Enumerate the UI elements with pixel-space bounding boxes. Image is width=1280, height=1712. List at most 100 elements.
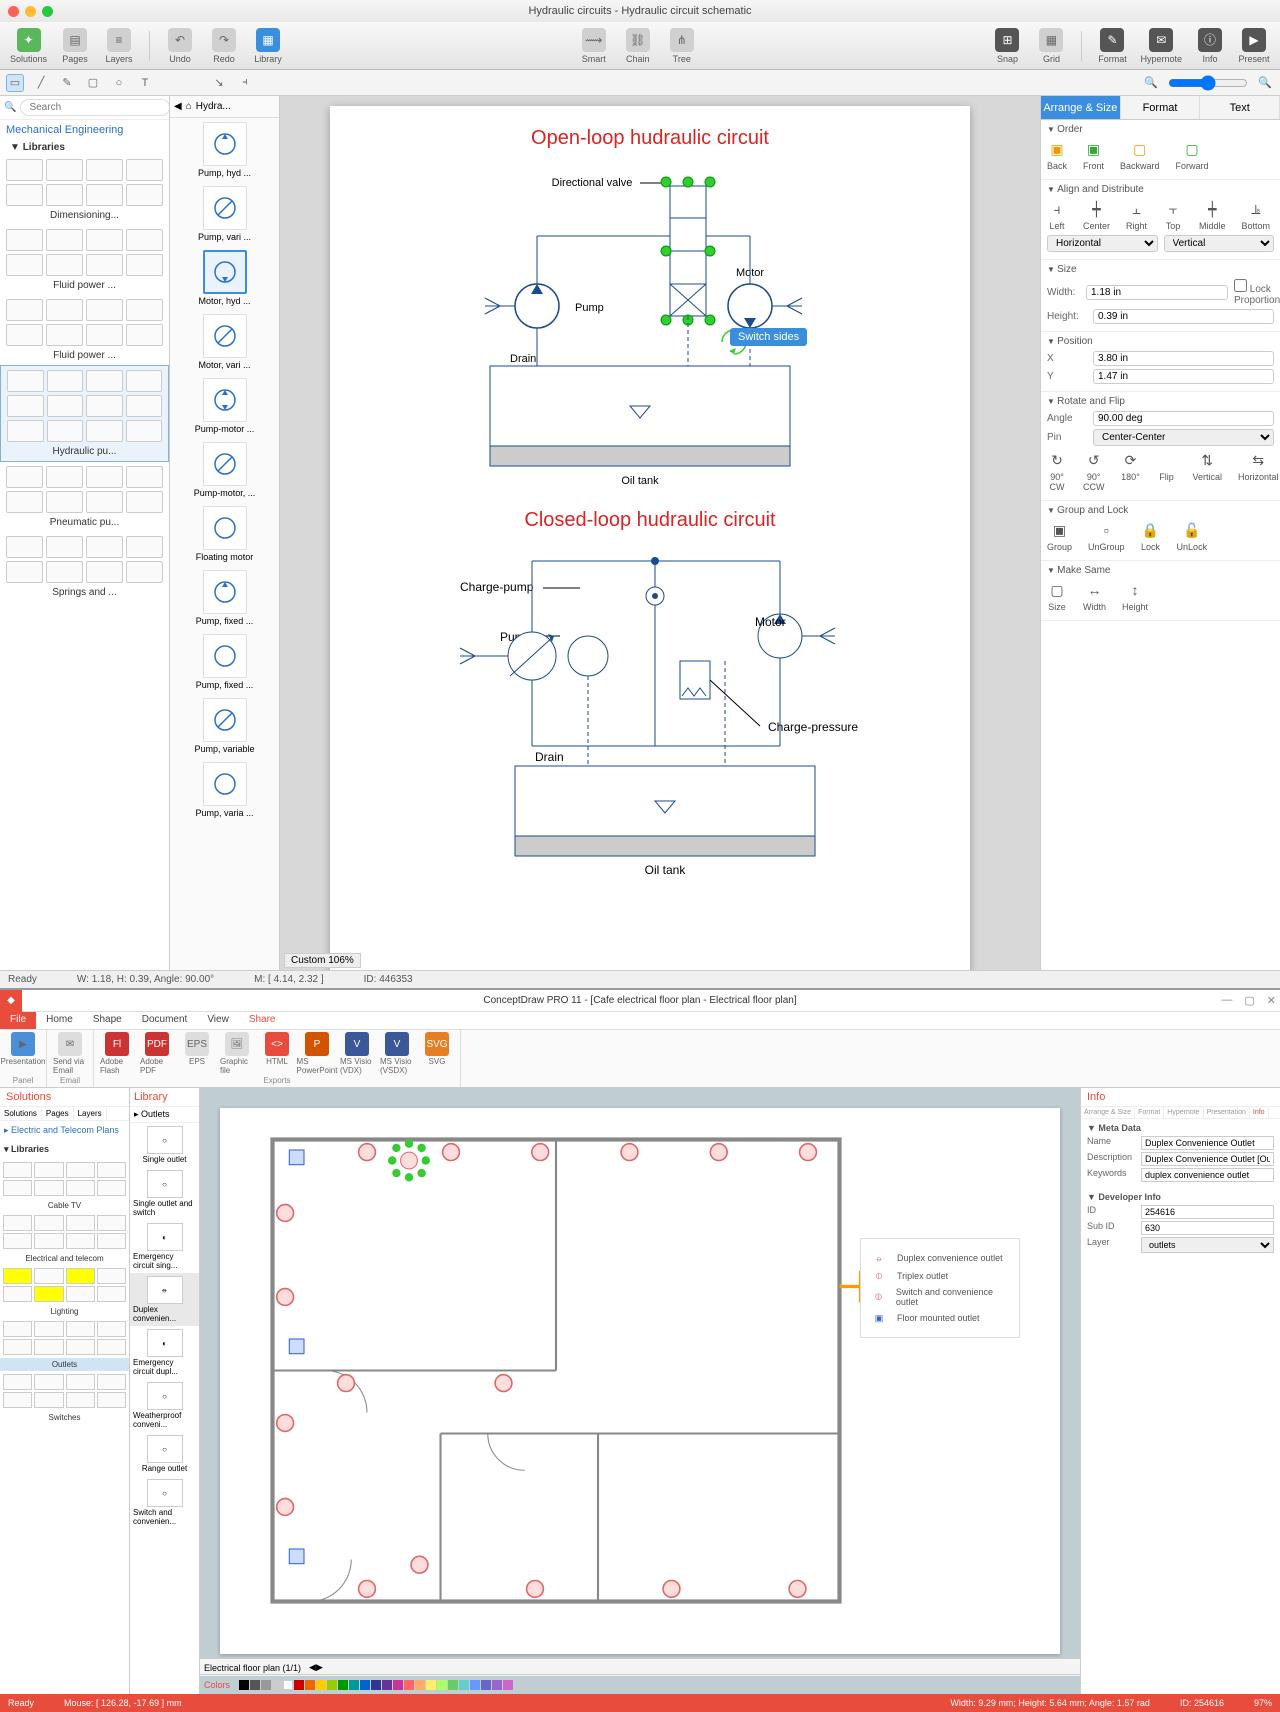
order-backward-button[interactable]: ▢Backward [1120, 139, 1160, 171]
same-size-button[interactable]: ▢Size [1047, 580, 1067, 612]
unlock-button[interactable]: 🔓UnLock [1177, 520, 1208, 552]
present-button[interactable]: ▶Present [1234, 26, 1274, 66]
layer-select[interactable]: outlets [1141, 1237, 1274, 1253]
shape-item[interactable]: ○Single outlet [130, 1123, 199, 1167]
align-left-button[interactable]: ⫞Left [1047, 199, 1067, 231]
lib-group[interactable]: Lighting [0, 1305, 129, 1318]
lib-group-label[interactable]: Fluid power ... [6, 350, 163, 361]
format-button[interactable]: ✎Format [1092, 26, 1132, 66]
name-input[interactable] [1141, 1136, 1274, 1150]
shape-item[interactable]: ○Switch and convenien... [130, 1476, 199, 1529]
lib-group-label[interactable]: Pneumatic pu... [6, 517, 163, 528]
distribute-horiz-select[interactable]: Horizontal [1047, 235, 1158, 252]
line-tool[interactable]: ╱ [32, 74, 50, 92]
shape-item[interactable]: Pump, vari ... [170, 182, 279, 246]
color-swatch[interactable] [305, 1680, 315, 1690]
distribute-vert-select[interactable]: Vertical [1164, 235, 1275, 252]
minimize-button[interactable]: — [1221, 994, 1232, 1007]
info-tab[interactable]: Format [1135, 1107, 1164, 1118]
color-swatch[interactable] [393, 1680, 403, 1690]
zoom-display[interactable]: Custom 106% [284, 953, 361, 968]
close-window-button[interactable] [8, 6, 19, 17]
order-forward-button[interactable]: ▢Forward [1176, 139, 1209, 171]
rotate-cw-button[interactable]: ↻90° CW [1047, 450, 1067, 492]
shape-item[interactable]: ○Range outlet [130, 1432, 199, 1476]
chain-button[interactable]: ⛓Chain [618, 26, 658, 66]
rect-tool[interactable]: ▢ [84, 74, 102, 92]
shape-item[interactable]: Pump-motor, ... [170, 438, 279, 502]
lib-group-label[interactable]: Dimensioning... [6, 210, 163, 221]
export-flash-button[interactable]: FlAdobe Flash [100, 1032, 134, 1075]
tab-shape[interactable]: Shape [83, 1012, 132, 1029]
y-input[interactable] [1093, 369, 1274, 384]
shape-item[interactable]: ◐Emergency circuit dupl... [130, 1326, 199, 1379]
color-swatch[interactable] [239, 1680, 249, 1690]
shape-item[interactable]: ⦵Duplex convenien... [130, 1273, 199, 1326]
search-input[interactable] [20, 99, 170, 116]
color-swatch[interactable] [371, 1680, 381, 1690]
align-bottom-button[interactable]: ⫡Bottom [1242, 199, 1271, 231]
select-tool[interactable]: ▭ [6, 74, 24, 92]
shape-item[interactable]: Pump, hyd ... [170, 118, 279, 182]
align-top-button[interactable]: ⫟Top [1163, 199, 1183, 231]
lock-proportions-checkbox[interactable] [1234, 279, 1247, 292]
color-swatch[interactable] [382, 1680, 392, 1690]
shape-item[interactable]: Pump, variable [170, 694, 279, 758]
export-ppt-button[interactable]: PMS PowerPoint [300, 1032, 334, 1075]
height-input[interactable] [1093, 309, 1274, 324]
export-pdf-button[interactable]: PDFAdobe PDF [140, 1032, 174, 1075]
export-vsdx-button[interactable]: VMS Visio (VSDX) [380, 1032, 414, 1075]
tab-view[interactable]: View [197, 1012, 239, 1029]
flip-vertical-button[interactable]: ⇅Vertical [1192, 450, 1222, 492]
document-page[interactable]: Open-loop hudraulic circuit Directional … [330, 106, 970, 970]
shape-item[interactable]: Pump, fixed ... [170, 566, 279, 630]
color-swatch[interactable] [294, 1680, 304, 1690]
color-swatch[interactable] [360, 1680, 370, 1690]
lib-group-label[interactable]: Hydraulic pu... [7, 446, 162, 457]
solutions-button[interactable]: ✦Solutions [6, 26, 51, 66]
home-icon[interactable]: ⌂ [186, 101, 192, 112]
shape-item[interactable]: ◐Emergency circuit sing... [130, 1220, 199, 1273]
rotate-ccw-button[interactable]: ↺90° CCW [1083, 450, 1104, 492]
lib-group-label[interactable]: Springs and ... [6, 587, 163, 598]
id-input[interactable] [1141, 1205, 1274, 1219]
subid-input[interactable] [1141, 1221, 1274, 1235]
shape-item[interactable]: Motor, vari ... [170, 310, 279, 374]
text-tool[interactable]: T [136, 74, 154, 92]
x-input[interactable] [1093, 351, 1274, 366]
order-front-button[interactable]: ▣Front [1083, 139, 1104, 171]
angle-input[interactable] [1093, 411, 1274, 426]
pen-tool[interactable]: ✎ [58, 74, 76, 92]
same-height-button[interactable]: ↕Height [1122, 580, 1148, 612]
minimize-window-button[interactable] [25, 6, 36, 17]
library-tab[interactable]: ▸ Outlets [130, 1107, 199, 1123]
layers-button[interactable]: ≡Layers [99, 26, 139, 66]
undo-button[interactable]: ↶Undo [160, 26, 200, 66]
color-swatch[interactable] [316, 1680, 326, 1690]
info-tab[interactable]: Arrange & Size [1081, 1107, 1135, 1118]
rotate-180-button[interactable]: ⟳180° [1120, 450, 1140, 492]
document-page[interactable]: ⦵Duplex convenience outlet ⦶Triplex outl… [220, 1108, 1060, 1654]
info-button[interactable]: ⓘInfo [1190, 26, 1230, 66]
presentation-button[interactable]: ▶Presentation [6, 1032, 40, 1066]
lib-group[interactable]: Switches [0, 1411, 129, 1424]
snap-button[interactable]: ⊞Snap [987, 26, 1027, 66]
solutions-heading[interactable]: Mechanical Engineering [0, 120, 169, 140]
redo-button[interactable]: ↷Redo [204, 26, 244, 66]
color-swatch[interactable] [261, 1680, 271, 1690]
connector-tool[interactable]: ↘ [210, 74, 228, 92]
align-tool[interactable]: ⫞ [236, 74, 254, 92]
same-width-button[interactable]: ↔Width [1083, 580, 1106, 612]
color-swatch[interactable] [283, 1680, 293, 1690]
color-swatch[interactable] [349, 1680, 359, 1690]
export-html-button[interactable]: <>HTML [260, 1032, 294, 1075]
prev-page-button[interactable]: ◀ [309, 1662, 316, 1673]
library-button[interactable]: ▦Library [248, 26, 288, 66]
description-input[interactable] [1141, 1152, 1274, 1166]
ungroup-button[interactable]: ▫UnGroup [1088, 520, 1125, 552]
tree-button[interactable]: ⋔Tree [662, 26, 702, 66]
library-tab[interactable]: Hydra... [196, 101, 231, 112]
ellipse-tool[interactable]: ○ [110, 74, 128, 92]
color-swatch[interactable] [437, 1680, 447, 1690]
color-swatch[interactable] [459, 1680, 469, 1690]
